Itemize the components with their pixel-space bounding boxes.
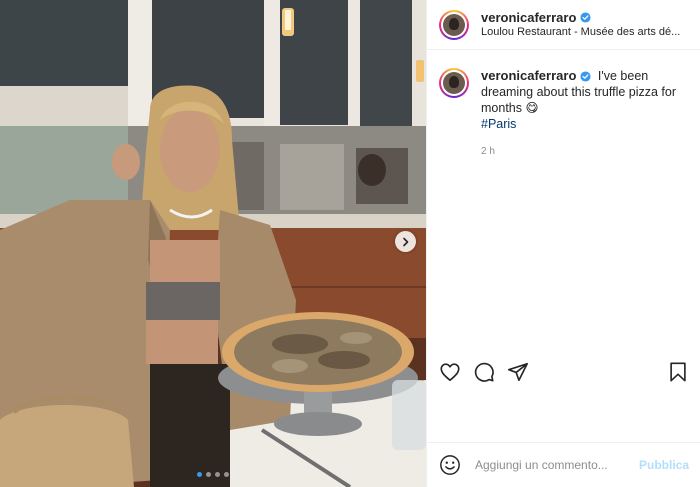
comment-bar: Pubblica: [427, 442, 700, 487]
chevron-right-icon: [402, 237, 408, 246]
bookmark-icon: [670, 362, 686, 382]
hashtag-link[interactable]: #Paris: [481, 117, 516, 131]
save-button[interactable]: [667, 361, 689, 383]
carousel-dot: [215, 472, 220, 477]
share-button[interactable]: [507, 361, 529, 383]
caption-username[interactable]: veronicaferraro: [481, 68, 591, 84]
carousel-dot: [197, 472, 202, 477]
action-bar: [427, 358, 700, 386]
carousel-dot: [206, 472, 211, 477]
post-side-panel: veronicaferraro Loulou Restaurant - Musé…: [426, 0, 700, 487]
share-icon: [508, 362, 528, 382]
username-link[interactable]: veronicaferraro: [481, 10, 591, 25]
emoji-icon: [440, 455, 460, 475]
caption: veronicaferraro I've been dreaming about…: [481, 68, 688, 132]
like-button[interactable]: [439, 361, 461, 383]
avatar[interactable]: [439, 9, 469, 40]
carousel-dot: [224, 472, 229, 477]
caption-row: veronicaferraro I've been dreaming about…: [427, 50, 700, 132]
verified-badge-icon: [580, 70, 591, 82]
post-image: [0, 0, 426, 487]
comment-input[interactable]: [475, 458, 631, 472]
comment-button[interactable]: [473, 361, 495, 383]
instagram-post: veronicaferraro Loulou Restaurant - Musé…: [0, 0, 700, 487]
username[interactable]: veronicaferraro: [481, 10, 576, 25]
publish-button[interactable]: Pubblica: [639, 458, 689, 472]
avatar[interactable]: [439, 68, 469, 98]
location-link[interactable]: Loulou Restaurant - Musée des arts dé...: [481, 25, 681, 40]
verified-badge-icon: [580, 11, 591, 23]
emoji-button[interactable]: [439, 454, 461, 476]
post-photo[interactable]: [0, 0, 426, 487]
post-header: veronicaferraro Loulou Restaurant - Musé…: [427, 0, 700, 50]
heart-icon: [440, 363, 460, 382]
comment-icon: [474, 362, 494, 382]
carousel-indicator: [0, 472, 426, 477]
post-timestamp[interactable]: 2 h: [481, 146, 700, 157]
next-slide-button[interactable]: [395, 231, 416, 252]
